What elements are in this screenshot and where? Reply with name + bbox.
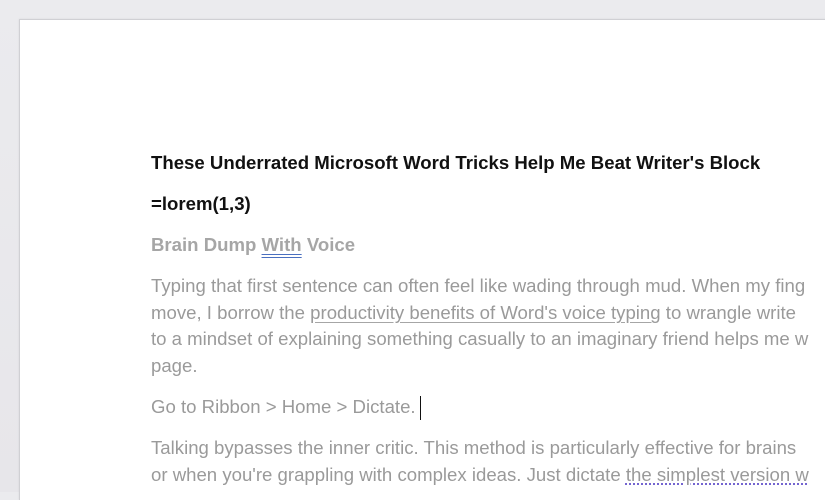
section-heading-after: Voice bbox=[301, 234, 356, 255]
paragraph2-line1[interactable]: Talking bypasses the inner critic. This … bbox=[151, 435, 796, 461]
paragraph2-line2-before: or when you're grappling with complex id… bbox=[151, 464, 626, 485]
paragraph2-line2[interactable]: or when you're grappling with complex id… bbox=[151, 462, 809, 488]
section-heading[interactable]: Brain Dump With Voice bbox=[151, 232, 355, 258]
section-heading-before: Brain Dump bbox=[151, 234, 262, 255]
text-cursor bbox=[419, 396, 421, 421]
document-page[interactable]: These Underrated Microsoft Word Tricks H… bbox=[19, 19, 825, 500]
paragraph1-line3[interactable]: to a mindset of explaining something cas… bbox=[151, 326, 808, 352]
simplest-version-link[interactable]: the simplest version w bbox=[626, 464, 809, 485]
document-title[interactable]: These Underrated Microsoft Word Tricks H… bbox=[151, 150, 760, 176]
voice-typing-link[interactable]: productivity benefits of Word's voice ty… bbox=[310, 302, 660, 323]
paragraph1-line2-before: move, I borrow the bbox=[151, 302, 311, 323]
section-heading-underlined-word[interactable]: With bbox=[262, 234, 302, 255]
paragraph1-line4[interactable]: page. bbox=[151, 353, 198, 379]
paragraph1-line2[interactable]: move, I borrow the productivity benefits… bbox=[151, 300, 796, 326]
lorem-formula-line[interactable]: =lorem(1,3) bbox=[151, 191, 251, 217]
paragraph1-line2-after: to wrangle write bbox=[660, 302, 797, 323]
dictate-instruction[interactable]: Go to Ribbon > Home > Dictate. bbox=[151, 394, 421, 421]
dictate-instruction-text: Go to Ribbon > Home > Dictate. bbox=[151, 396, 416, 417]
paragraph1-line1[interactable]: Typing that first sentence can often fee… bbox=[151, 273, 805, 299]
